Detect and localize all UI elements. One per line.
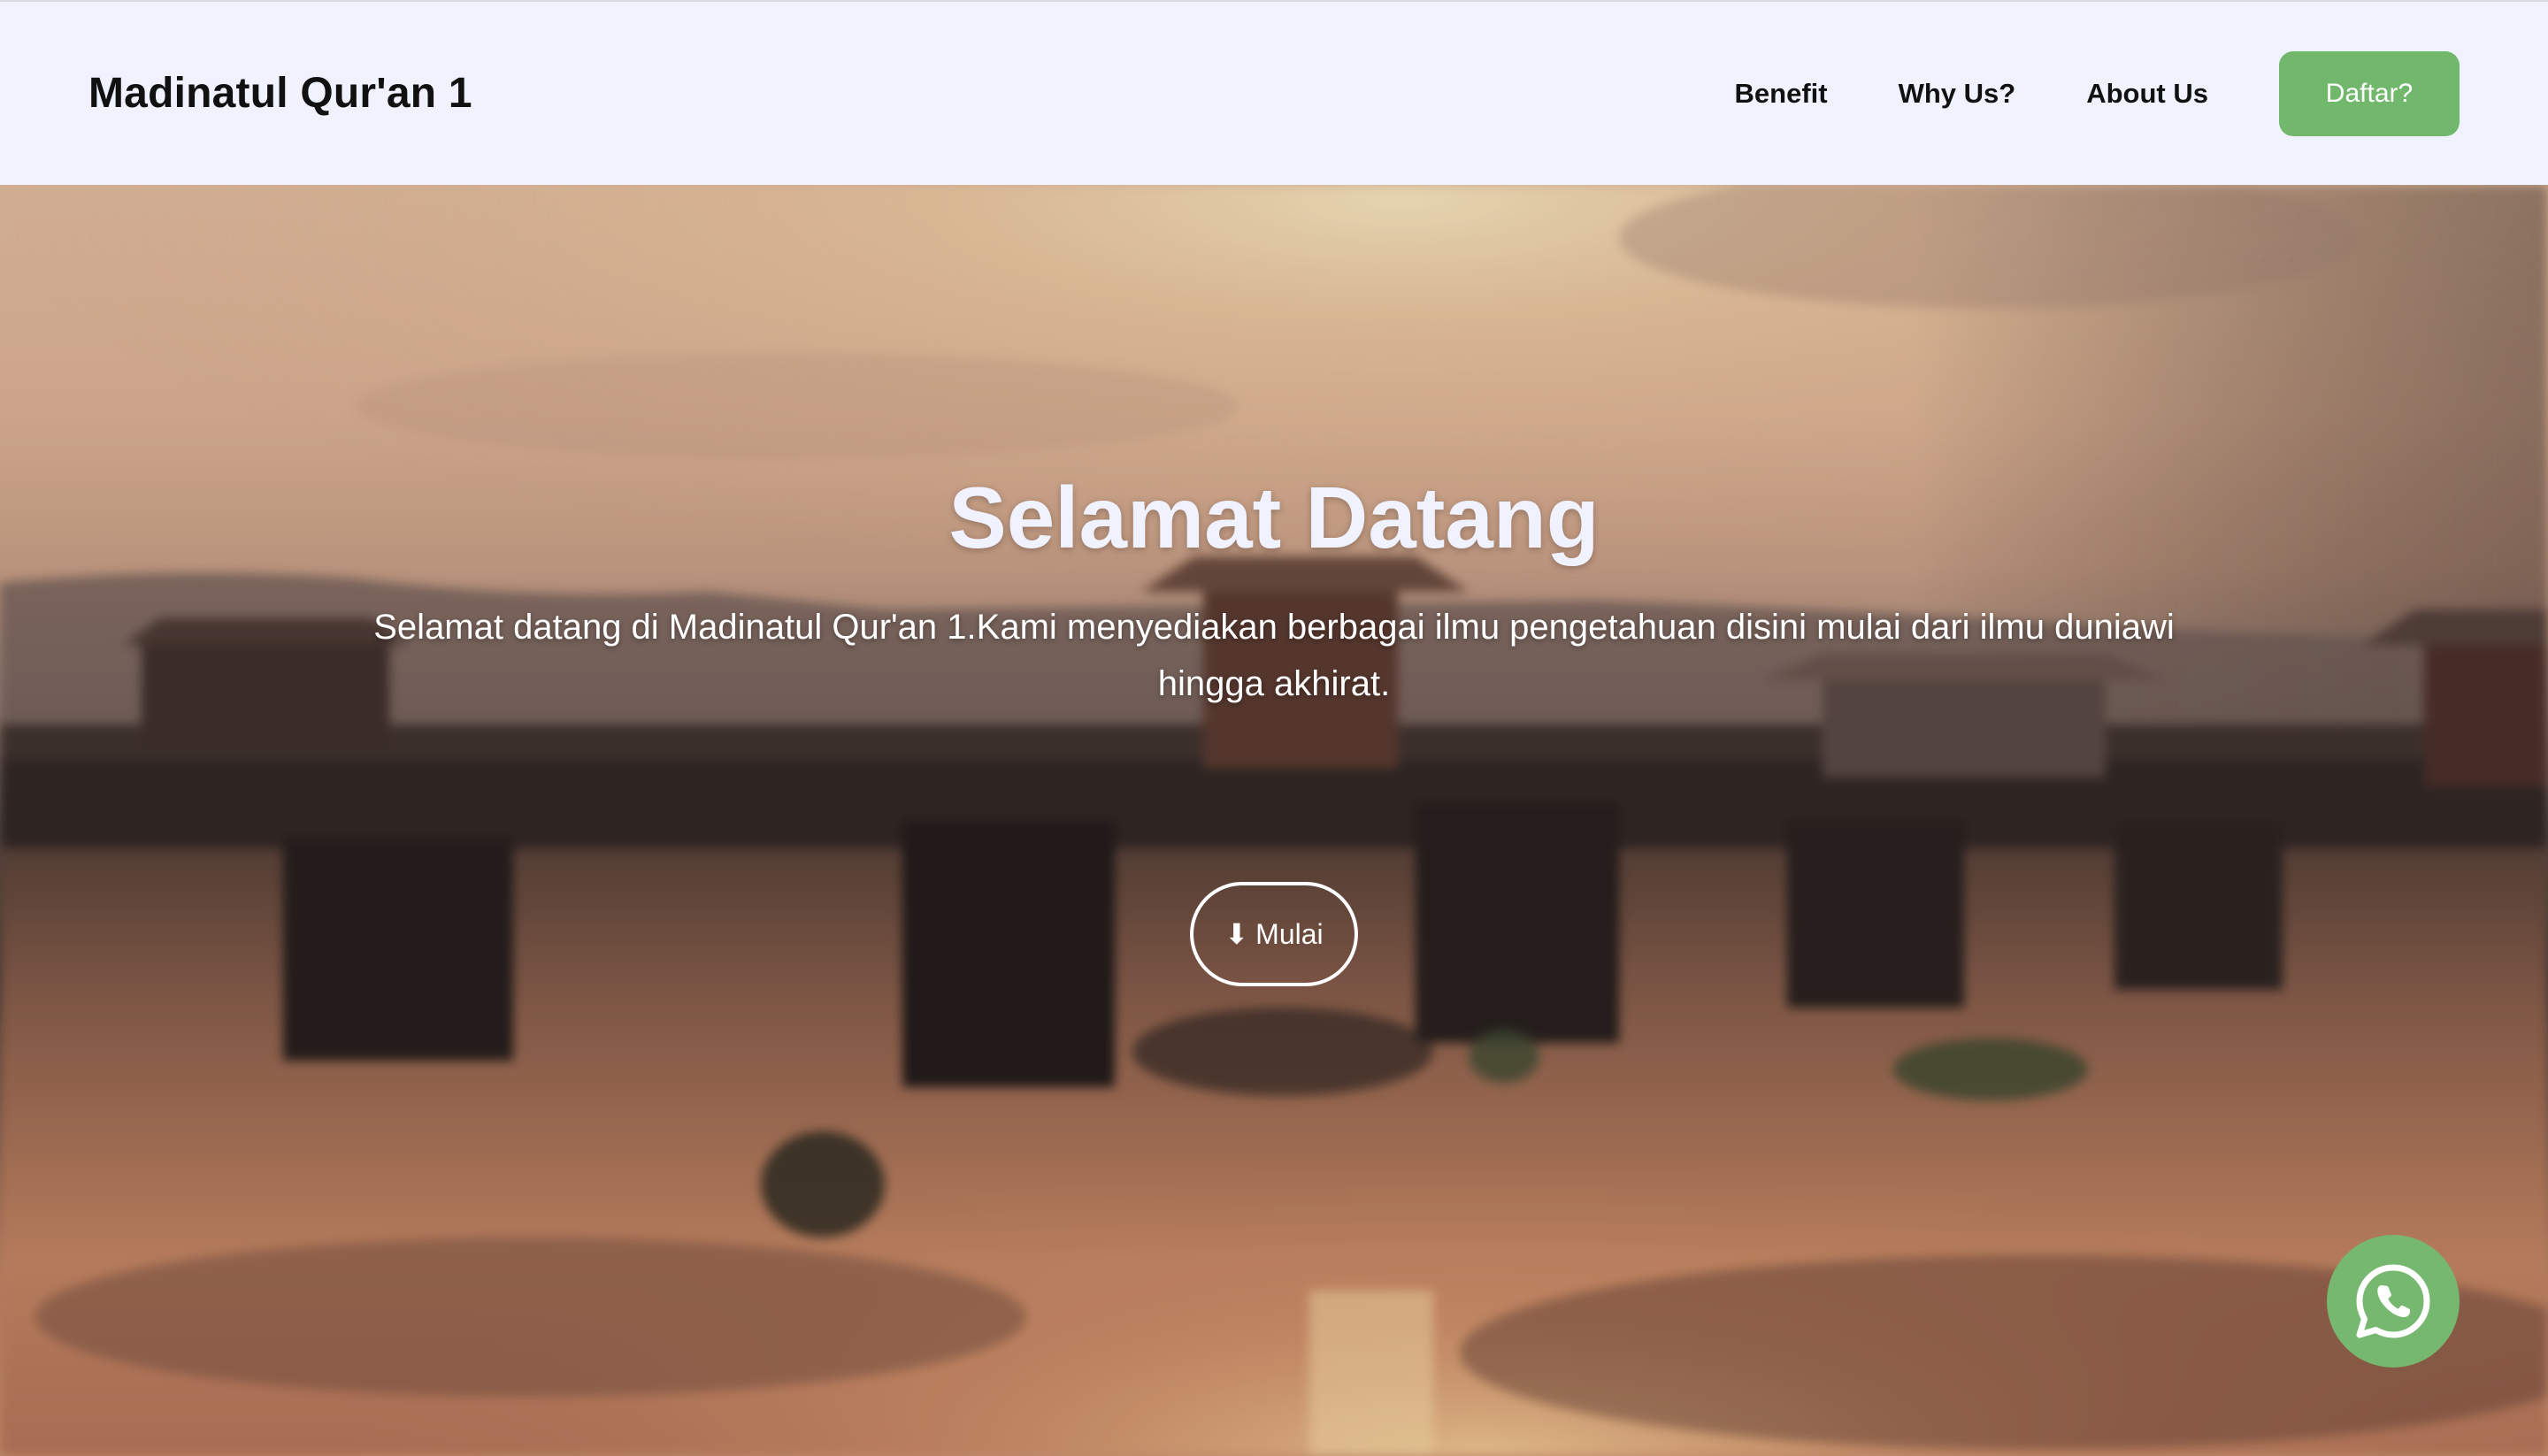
- hero-title: Selamat Datang: [948, 469, 1600, 566]
- brand-title[interactable]: Madinatul Qur'an 1: [88, 69, 472, 118]
- hero-subtitle: Selamat datang di Madinatul Qur'an 1.Kam…: [373, 608, 2175, 703]
- start-button-label: Mulai: [1255, 917, 1324, 950]
- nav-link-benefit[interactable]: Benefit: [1735, 78, 1828, 110]
- arrow-down-icon: ⬇: [1224, 918, 1249, 950]
- nav-links: Benefit Why Us? About Us Daftar?: [1735, 50, 2460, 136]
- hero-section: Selamat Datang Selamat datang di Madinat…: [0, 185, 2548, 1456]
- navbar: Madinatul Qur'an 1 Benefit Why Us? About…: [0, 0, 2548, 185]
- start-button[interactable]: ⬇ Mulai: [1190, 882, 1358, 986]
- hero-content: Selamat Datang Selamat datang di Madinat…: [0, 185, 2548, 1456]
- whatsapp-icon: [2356, 1264, 2430, 1338]
- nav-link-about-us[interactable]: About Us: [2086, 78, 2208, 110]
- page: Madinatul Qur'an 1 Benefit Why Us? About…: [0, 0, 2548, 1456]
- register-button[interactable]: Daftar?: [2279, 50, 2460, 136]
- whatsapp-button[interactable]: [2327, 1235, 2460, 1368]
- nav-link-why-us[interactable]: Why Us?: [1899, 78, 2016, 110]
